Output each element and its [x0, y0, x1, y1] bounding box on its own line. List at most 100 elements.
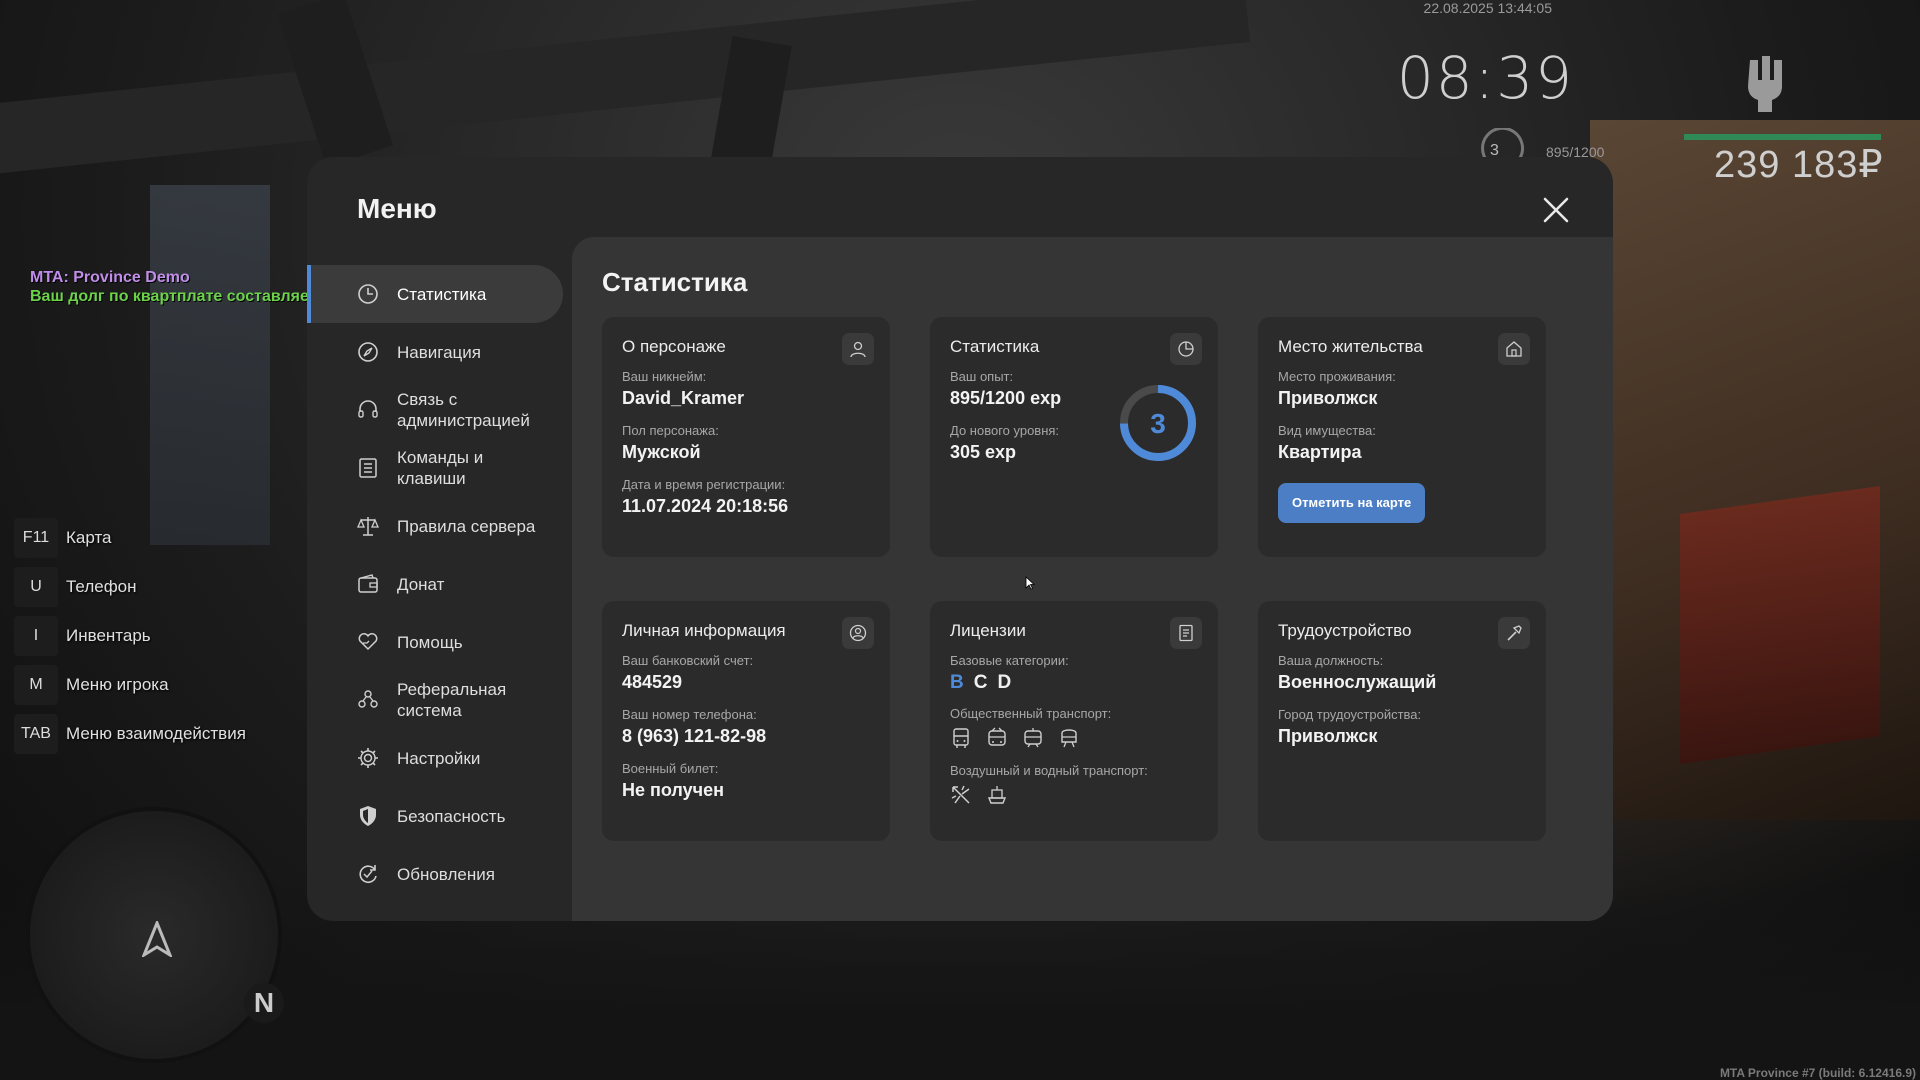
sidebar-item-label: Связь с администрацией — [397, 390, 530, 430]
field-label: Ваш опыт: — [950, 369, 1014, 384]
hud-health-bar — [1684, 134, 1881, 140]
scales-icon — [357, 517, 379, 536]
wallet-icon — [358, 574, 378, 593]
card-title: Статистика — [950, 337, 1040, 356]
sidebar-item-label: Реферальная система — [397, 680, 507, 720]
airplane-icon — [951, 785, 970, 804]
property-value: Квартира — [1278, 442, 1362, 462]
level-progress-ring: 3 — [1120, 385, 1196, 461]
compass-icon — [358, 342, 378, 362]
sidebar-item-commands[interactable]: Команды и клавиши — [307, 439, 563, 497]
hotkey-label: Меню взаимодействия — [66, 724, 246, 743]
clock-icon — [358, 284, 378, 304]
hotkey-key: F11 — [14, 518, 58, 558]
hotkey-key: U — [14, 567, 58, 607]
hotkey-key: TAB — [14, 714, 58, 754]
tram-icon — [1024, 728, 1042, 748]
card-icon — [1498, 333, 1530, 365]
sidebar-item-admin-contact[interactable]: Связь с администрацией — [307, 381, 563, 439]
sidebar-item-rules[interactable]: Правила сервера — [307, 497, 563, 555]
minimap: N — [26, 807, 284, 1063]
gender-value: Мужской — [622, 442, 701, 462]
wall-red — [1680, 485, 1880, 765]
sidebar-item-security[interactable]: Безопасность — [307, 787, 563, 845]
sidebar-item-label: Настройки — [397, 748, 481, 768]
sidebar-item-donate[interactable]: Донат — [307, 555, 563, 613]
fist-icon — [1748, 56, 1782, 112]
hotkey-phone[interactable]: U Телефон — [14, 567, 246, 607]
list-icon — [359, 458, 377, 478]
sidebar-item-settings[interactable]: Настройки — [307, 729, 563, 787]
field-label: Ваша должность: — [1278, 653, 1384, 668]
field-label: Вид имущества: — [1278, 423, 1376, 438]
hotkey-key: M — [14, 665, 58, 705]
hotkey-key: I — [14, 616, 58, 656]
card-title: Личная информация — [622, 621, 786, 640]
sidebar-item-referral[interactable]: Реферальная система — [307, 671, 563, 729]
phone-value: 8 (963) 121-82-98 — [622, 726, 767, 746]
card-icon — [1498, 617, 1530, 649]
card-title: Лицензии — [950, 621, 1026, 640]
hotkey-player-menu[interactable]: M Меню игрока — [14, 665, 246, 705]
hammer-icon — [1507, 625, 1522, 641]
sidebar-item-help[interactable]: Помощь — [307, 613, 563, 671]
hotkey-label: Телефон — [66, 577, 137, 596]
hud-clock: 08:39 — [1396, 44, 1574, 112]
menu-sidebar: Статистика Навигация Связь с администрац… — [307, 265, 563, 903]
sidebar-item-label: Навигация — [397, 342, 481, 362]
sidebar-item-label: Статистика — [397, 284, 487, 304]
hotkey-inventory[interactable]: I Инвентарь — [14, 616, 246, 656]
heart-hand-icon — [358, 633, 378, 651]
sidebar-item-label: Правила сервера — [397, 516, 536, 536]
user-icon — [850, 341, 866, 358]
pie-chart-icon — [1178, 341, 1194, 357]
train-icon — [1061, 729, 1077, 748]
field-label: Ваш номер телефона: — [622, 707, 757, 722]
hotkey-label: Меню игрока — [66, 675, 169, 694]
north-indicator: N — [244, 983, 284, 1023]
sidebar-item-statistics[interactable]: Статистика — [307, 265, 563, 323]
air-water-transport-icons — [950, 784, 1198, 806]
field-label: Военный билет: — [622, 761, 719, 776]
hud-money: 239 183₽ — [1714, 144, 1884, 186]
card-title: Место жительства — [1278, 337, 1423, 356]
hotkey-label: Карта — [66, 528, 112, 547]
registration-value: 11.07.2024 20:18:56 — [622, 496, 789, 516]
refresh-icon — [359, 865, 377, 883]
card-icon — [842, 333, 874, 365]
card-icon — [1170, 617, 1202, 649]
ceiling-beam — [0, 0, 1251, 178]
sidebar-item-navigation[interactable]: Навигация — [307, 323, 563, 381]
position-value: Военнослужащий — [1278, 672, 1437, 692]
shield-icon — [360, 806, 376, 826]
hotkey-label: Инвентарь — [66, 626, 151, 645]
close-icon[interactable] — [1539, 193, 1573, 227]
card-title: Трудоустройство — [1278, 621, 1412, 640]
field-label: Ваш банковский счет: — [622, 653, 754, 668]
mark-on-map-button[interactable]: Отметить на карте — [1278, 483, 1426, 523]
sidebar-item-label: Помощь — [397, 632, 463, 652]
sidebar-item-label: Безопасность — [397, 806, 506, 826]
house-icon — [1506, 341, 1522, 357]
military-id-value: Не получен — [622, 780, 724, 800]
hotkey-map[interactable]: F11 Карта — [14, 518, 246, 558]
hud-datetime: 22.08.2025 13:44:05 — [1423, 0, 1552, 16]
build-info: MTA Province #7 (build: 6.12416.9) — [1719, 1066, 1916, 1080]
card-residence: Место жительства Место проживания: Приво… — [1258, 317, 1546, 557]
card-employment: Трудоустройство Ваша должность: Военносл… — [1258, 601, 1546, 841]
hotkey-interaction-menu[interactable]: TAB Меню взаимодействия — [14, 714, 246, 754]
license-category: C — [973, 672, 988, 693]
field-label: Общественный транспорт: — [950, 706, 1112, 721]
license-category: B — [950, 672, 964, 693]
bank-account-value: 484529 — [622, 672, 683, 692]
statistics-content: Статистика О персонаже Ваш никнейм: Davi… — [572, 237, 1613, 921]
field-label: Пол персонажа: — [622, 423, 719, 438]
sidebar-item-updates[interactable]: Обновления — [307, 845, 563, 903]
menu-title: Меню — [357, 193, 437, 224]
work-city-value: Приволжск — [1278, 726, 1378, 746]
headset-icon — [358, 400, 378, 418]
level-value: 3 — [1150, 408, 1166, 439]
license-categories: B C D — [950, 672, 1198, 694]
field-label: Воздушный и водный транспорт: — [950, 763, 1148, 778]
nickname-value: David_Kramer — [622, 388, 745, 408]
